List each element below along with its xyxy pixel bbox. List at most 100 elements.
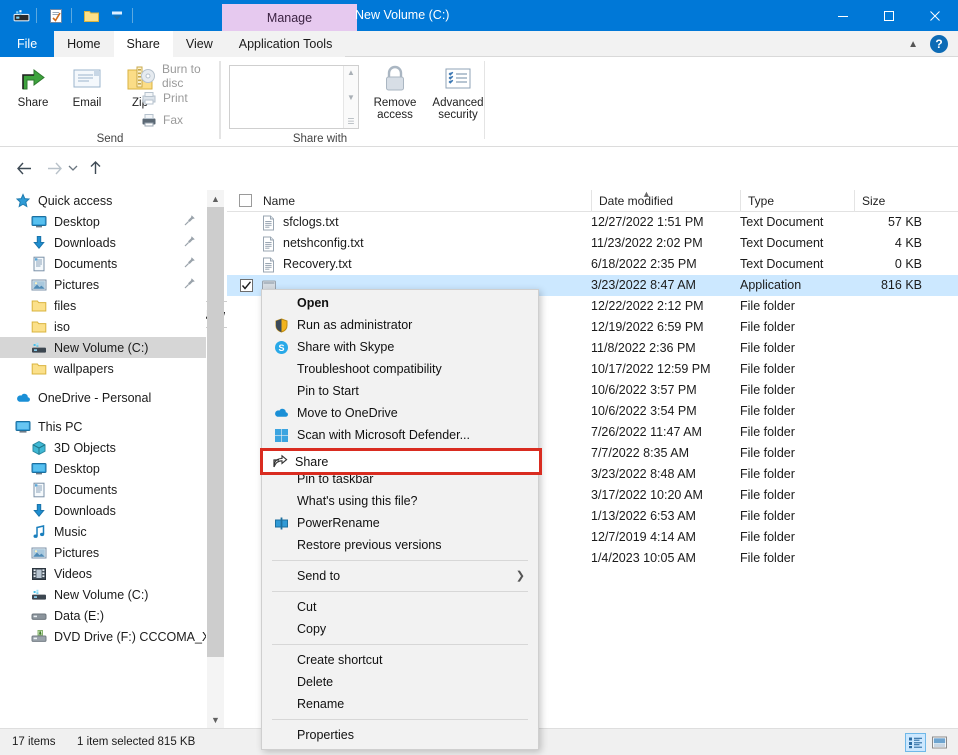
sidebar-item-music[interactable]: Music	[0, 521, 206, 542]
fax-button[interactable]: Fax	[138, 109, 183, 130]
forward-button[interactable]	[42, 156, 66, 180]
help-icon[interactable]: ?	[930, 35, 948, 53]
sidebar-item-new-volume-c[interactable]: New Volume (C:)	[0, 337, 206, 358]
pin-icon[interactable]	[183, 277, 196, 293]
file-row[interactable]: Recovery.txt 6/18/2022 2:35 PM Text Docume…	[227, 254, 958, 275]
navigation-pane-scrollbar[interactable]: ▲ ▼	[207, 190, 224, 728]
tab-home[interactable]: Home	[54, 31, 114, 57]
desktop-icon	[30, 213, 47, 230]
sidebar-item-documents[interactable]: Documents	[0, 479, 206, 500]
chevron-up-icon[interactable]: ▲	[347, 68, 355, 77]
burn-to-disc-button[interactable]: Burn to disc	[138, 62, 220, 90]
pin-icon[interactable]	[183, 256, 196, 272]
sidebar-item-this-pc[interactable]: This PC	[0, 416, 206, 437]
tab-share[interactable]: Share	[113, 31, 173, 57]
print-button[interactable]: Print	[138, 87, 188, 108]
context-menu-item-send-to[interactable]: Send to ❯	[262, 565, 538, 587]
context-menu-item-pin-to-start[interactable]: Pin to Start	[262, 380, 538, 402]
chevron-down-icon[interactable]: ▼	[207, 711, 224, 728]
pin-icon[interactable]	[183, 214, 196, 230]
context-menu-item-move-to-onedrive[interactable]: Move to OneDrive	[262, 402, 538, 424]
email-button[interactable]: Email	[60, 61, 114, 123]
context-menu-item-open[interactable]: Open	[262, 292, 538, 314]
customize-qat-caret-icon[interactable]	[104, 0, 130, 31]
file-row[interactable]: sfclogs.txt 12/27/2022 1:51 PM Text Docume…	[227, 212, 958, 233]
context-menu[interactable]: Open Run as administrator S Share with Skyp…	[261, 289, 539, 750]
column-header-type[interactable]: Type	[740, 190, 854, 212]
minimize-icon[interactable]	[820, 0, 866, 31]
sidebar-item-wallpapers[interactable]: wallpapers	[0, 358, 206, 379]
properties-icon[interactable]	[43, 0, 69, 31]
chevron-down-icon[interactable]: ▼	[347, 93, 355, 102]
context-menu-item-create-shortcut[interactable]: Create shortcut	[262, 649, 538, 671]
status-item-count: 17 items	[12, 736, 56, 748]
share-with-scrollbar[interactable]: ▲ ▼ ☰	[343, 66, 358, 128]
file-date-modified: 10/6/2022 3:54 PM	[591, 404, 697, 418]
column-header-size[interactable]: Size	[854, 190, 958, 212]
column-header-name[interactable]: Name	[241, 190, 591, 212]
sidebar-item-3d-objects[interactable]: 3D Objects	[0, 437, 206, 458]
context-menu-item-run-as-administrator[interactable]: Run as administrator	[262, 314, 538, 336]
qat-separator	[36, 8, 41, 23]
share-with-listbox[interactable]: ▲ ▼ ☰	[229, 65, 359, 129]
file-row[interactable]: netshconfig.txt 11/23/2022 2:02 PM Text Do…	[227, 233, 958, 254]
status-selection-info: 1 item selected 815 KB	[77, 736, 196, 748]
sidebar-item-onedrive-personal[interactable]: OneDrive - Personal	[0, 387, 206, 408]
sidebar-item-quick-access[interactable]: Quick access	[0, 190, 206, 211]
context-menu-item-restore-previous-versions[interactable]: Restore previous versions	[262, 534, 538, 556]
sidebar-item-pictures[interactable]: Pictures	[0, 274, 206, 295]
context-menu-item-what-s-using-this-file[interactable]: What's using this file?	[262, 490, 538, 512]
context-menu-item-properties[interactable]: Properties	[262, 724, 538, 746]
sidebar-item-new-volume-c[interactable]: New Volume (C:)	[0, 584, 206, 605]
column-header-date-modified[interactable]: Date modified	[591, 190, 740, 212]
recent-locations-button[interactable]	[64, 156, 82, 180]
context-menu-item-troubleshoot-compatibility[interactable]: Troubleshoot compatibility	[262, 358, 538, 380]
sidebar-item-iso[interactable]: iso	[0, 316, 206, 337]
remove-access-button[interactable]: Remove access	[366, 61, 424, 123]
menu-item-label: Rename	[297, 697, 345, 711]
sidebar-item-data-e[interactable]: Data (E:)	[0, 605, 206, 626]
sidebar-item-downloads[interactable]: Downloads	[0, 232, 206, 253]
row-checkbox[interactable]	[240, 279, 253, 292]
large-icons-view-icon[interactable]	[929, 733, 950, 752]
sidebar-item-files[interactable]: files	[0, 295, 206, 316]
context-menu-item-rename[interactable]: Rename	[262, 693, 538, 715]
navigation-pane[interactable]: Quick access Desktop Downloads Documents Pic…	[0, 190, 206, 728]
up-button[interactable]	[83, 156, 107, 180]
context-menu-item-scan-with-microsoft-defender[interactable]: Scan with Microsoft Defender...	[262, 424, 538, 446]
advanced-security-button[interactable]: Advanced security	[427, 61, 489, 123]
share-button-label: Share	[17, 97, 49, 109]
scrollbar-thumb[interactable]	[207, 207, 224, 657]
context-menu-item-copy[interactable]: Copy	[262, 618, 538, 640]
pin-icon[interactable]	[183, 235, 196, 251]
folder-icon	[30, 360, 47, 377]
tab-view[interactable]: View	[172, 31, 226, 57]
context-menu-item-share[interactable]: Share	[263, 451, 539, 472]
close-icon[interactable]	[912, 0, 958, 31]
details-view-icon[interactable]	[905, 733, 926, 752]
maximize-icon[interactable]	[866, 0, 912, 31]
back-button[interactable]	[12, 156, 36, 180]
context-menu-item-cut[interactable]: Cut	[262, 596, 538, 618]
file-name: sfclogs.txt	[283, 215, 339, 229]
sidebar-item-dvd-drive-f-cccoma-x64i[interactable]: DVD Drive (F:) CCCOMA_X64I	[0, 626, 206, 647]
context-menu-item-powerrename[interactable]: PowerRename	[262, 512, 538, 534]
sidebar-item-desktop[interactable]: Desktop	[0, 211, 206, 232]
tab-application-tools[interactable]: Application Tools	[225, 31, 346, 57]
share-button[interactable]: Share	[6, 61, 60, 123]
new-folder-icon[interactable]	[78, 0, 104, 31]
tab-file[interactable]: File	[0, 31, 55, 57]
menu-item-label: Properties	[297, 728, 354, 742]
chevron-up-icon[interactable]: ▲	[904, 39, 922, 50]
sidebar-item-pictures[interactable]: Pictures	[0, 542, 206, 563]
file-type: File folder	[740, 509, 795, 523]
context-menu-item-delete[interactable]: Delete	[262, 671, 538, 693]
drive-icon[interactable]	[8, 0, 34, 31]
ribbon-group-send-label: Send	[96, 133, 124, 145]
sidebar-item-desktop[interactable]: Desktop	[0, 458, 206, 479]
chevron-up-icon[interactable]: ▲	[207, 190, 224, 207]
sidebar-item-documents[interactable]: Documents	[0, 253, 206, 274]
sidebar-item-videos[interactable]: Videos	[0, 563, 206, 584]
context-menu-item-share-with-skype[interactable]: S Share with Skype	[262, 336, 538, 358]
sidebar-item-downloads[interactable]: Downloads	[0, 500, 206, 521]
